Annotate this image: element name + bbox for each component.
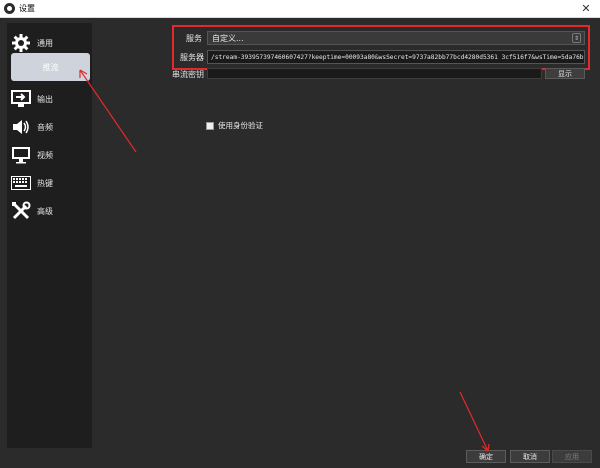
obs-logo-icon [4,3,15,14]
auth-checkbox-row[interactable]: 使用身份验证 [206,120,263,131]
sidebar-item-label: 通用 [37,38,53,48]
sidebar-item-label: 视频 [37,150,53,160]
sidebar-item-label: 高级 [37,206,53,216]
apply-button[interactable]: 应用 [552,450,592,463]
sidebar-item-advanced[interactable]: 高级 [7,197,92,225]
output-icon [10,89,32,109]
show-key-button[interactable]: 显示 [545,68,585,79]
gear-icon [10,33,32,53]
sidebar-item-label: 热键 [37,178,53,188]
sidebar-item-label: 输出 [37,94,53,104]
window-title: 设置 [19,4,35,13]
keyboard-icon [10,173,32,193]
sidebar-item-hotkeys[interactable]: 热键 [7,169,92,197]
sidebar-item-label: 推流 [42,62,59,72]
close-button[interactable]: ✕ [578,3,594,15]
highlight-box [172,25,590,70]
sidebar-item-label: 音频 [37,122,53,132]
sidebar-item-output[interactable]: 输出 [7,85,92,113]
monitor-icon [10,145,32,165]
sidebar-item-video[interactable]: 视频 [7,141,92,169]
cancel-button[interactable]: 取消 [510,450,550,463]
ok-button[interactable]: 确定 [466,450,506,463]
sidebar-item-stream[interactable]: 推流 [11,53,90,81]
auth-checkbox[interactable] [206,121,214,130]
settings-sidebar: 通用 推流 输出 音频 视频 热键 高级 [7,23,92,448]
tools-icon [10,201,32,221]
stream-key-label: 串流密钥 [172,70,204,79]
auth-checkbox-label: 使用身份验证 [218,121,263,130]
sidebar-item-audio[interactable]: 音频 [7,113,92,141]
speaker-icon [10,117,32,137]
settings-window-body: 通用 推流 输出 音频 视频 热键 高级 服务 自定义... ⇕ 服务器 /st… [0,18,600,468]
title-bar: 设置 ✕ [0,0,600,18]
stream-key-input[interactable] [207,68,542,79]
